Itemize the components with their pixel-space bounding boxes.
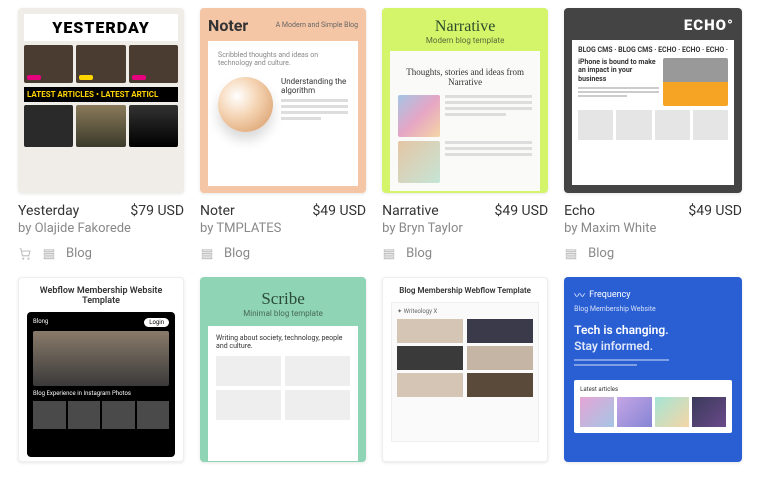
template-thumbnail[interactable]: YESTERDAY LATEST ARTICLES • LATEST ARTIC… [18, 8, 184, 193]
template-price: $49 USD [688, 203, 742, 219]
cart-icon [18, 247, 32, 261]
template-price: $49 USD [312, 203, 366, 219]
sphere-graphic [218, 77, 273, 132]
template-card: Blog Membership Webflow Template ✦ Write… [382, 277, 548, 462]
template-author[interactable]: by Olajide Fakorede [18, 221, 184, 236]
thumb-band: LATEST ARTICLES • LATEST ARTICL [24, 87, 178, 102]
template-grid: YESTERDAY LATEST ARTICLES • LATEST ARTIC… [18, 8, 742, 462]
template-card: Webflow Membership Website Template Blon… [18, 277, 184, 462]
template-card: ECHO° BLOG CMS · BLOG CMS · ECHO · ECHO … [564, 8, 742, 261]
template-author[interactable]: by Bryn Taylor [382, 221, 548, 236]
template-author[interactable]: by Maxim White [564, 221, 742, 236]
thumb-logo: Scribe [208, 289, 358, 309]
template-card: 〰Frequency Blog Membership Website Tech … [564, 277, 742, 462]
template-price: $49 USD [494, 203, 548, 219]
template-title[interactable]: Yesterday [18, 203, 79, 219]
template-price: $79 USD [130, 203, 184, 219]
thumb-logo: ECHO° [572, 16, 734, 34]
template-thumbnail[interactable]: Noter A Modern and Simple Blog Scribbled… [200, 8, 366, 193]
thumb-logo: Noter [208, 16, 248, 35]
stack-icon [42, 247, 56, 261]
thumb-sub: A Modern and Simple Blog [276, 21, 358, 29]
tag-blog[interactable]: Blog [588, 246, 614, 261]
car-graphic [663, 58, 728, 106]
template-thumbnail[interactable]: Blog Membership Webflow Template ✦ Write… [382, 277, 548, 462]
thumb-sub: Modern blog template [390, 36, 540, 45]
template-card: Narrative Modern blog template Thoughts,… [382, 8, 548, 261]
template-title[interactable]: Echo [564, 203, 595, 219]
template-thumbnail[interactable]: 〰Frequency Blog Membership Website Tech … [564, 277, 742, 462]
template-thumbnail[interactable]: Narrative Modern blog template Thoughts,… [382, 8, 548, 193]
wave-icon: 〰 [574, 287, 585, 303]
template-title[interactable]: Noter [200, 203, 235, 219]
template-thumbnail[interactable]: ECHO° BLOG CMS · BLOG CMS · ECHO · ECHO … [564, 8, 742, 193]
template-thumbnail[interactable]: Scribe Minimal blog template Writing abo… [200, 277, 366, 462]
template-card: Noter A Modern and Simple Blog Scribbled… [200, 8, 366, 261]
thumb-header: YESTERDAY [24, 14, 178, 41]
thumb-logo: Narrative [390, 18, 540, 36]
stack-icon [382, 247, 396, 261]
template-title[interactable]: Narrative [382, 203, 439, 219]
template-card: Scribe Minimal blog template Writing abo… [200, 277, 366, 462]
tag-blog[interactable]: Blog [406, 246, 432, 261]
template-card: YESTERDAY LATEST ARTICLES • LATEST ARTIC… [18, 8, 184, 261]
template-thumbnail[interactable]: Webflow Membership Website Template Blon… [18, 277, 184, 462]
tag-blog[interactable]: Blog [224, 246, 250, 261]
tag-blog[interactable]: Blog [66, 246, 92, 261]
gradient-graphic [398, 95, 440, 137]
template-author[interactable]: by TMPLATES [200, 221, 366, 236]
stack-icon [200, 247, 214, 261]
stack-icon [564, 247, 578, 261]
